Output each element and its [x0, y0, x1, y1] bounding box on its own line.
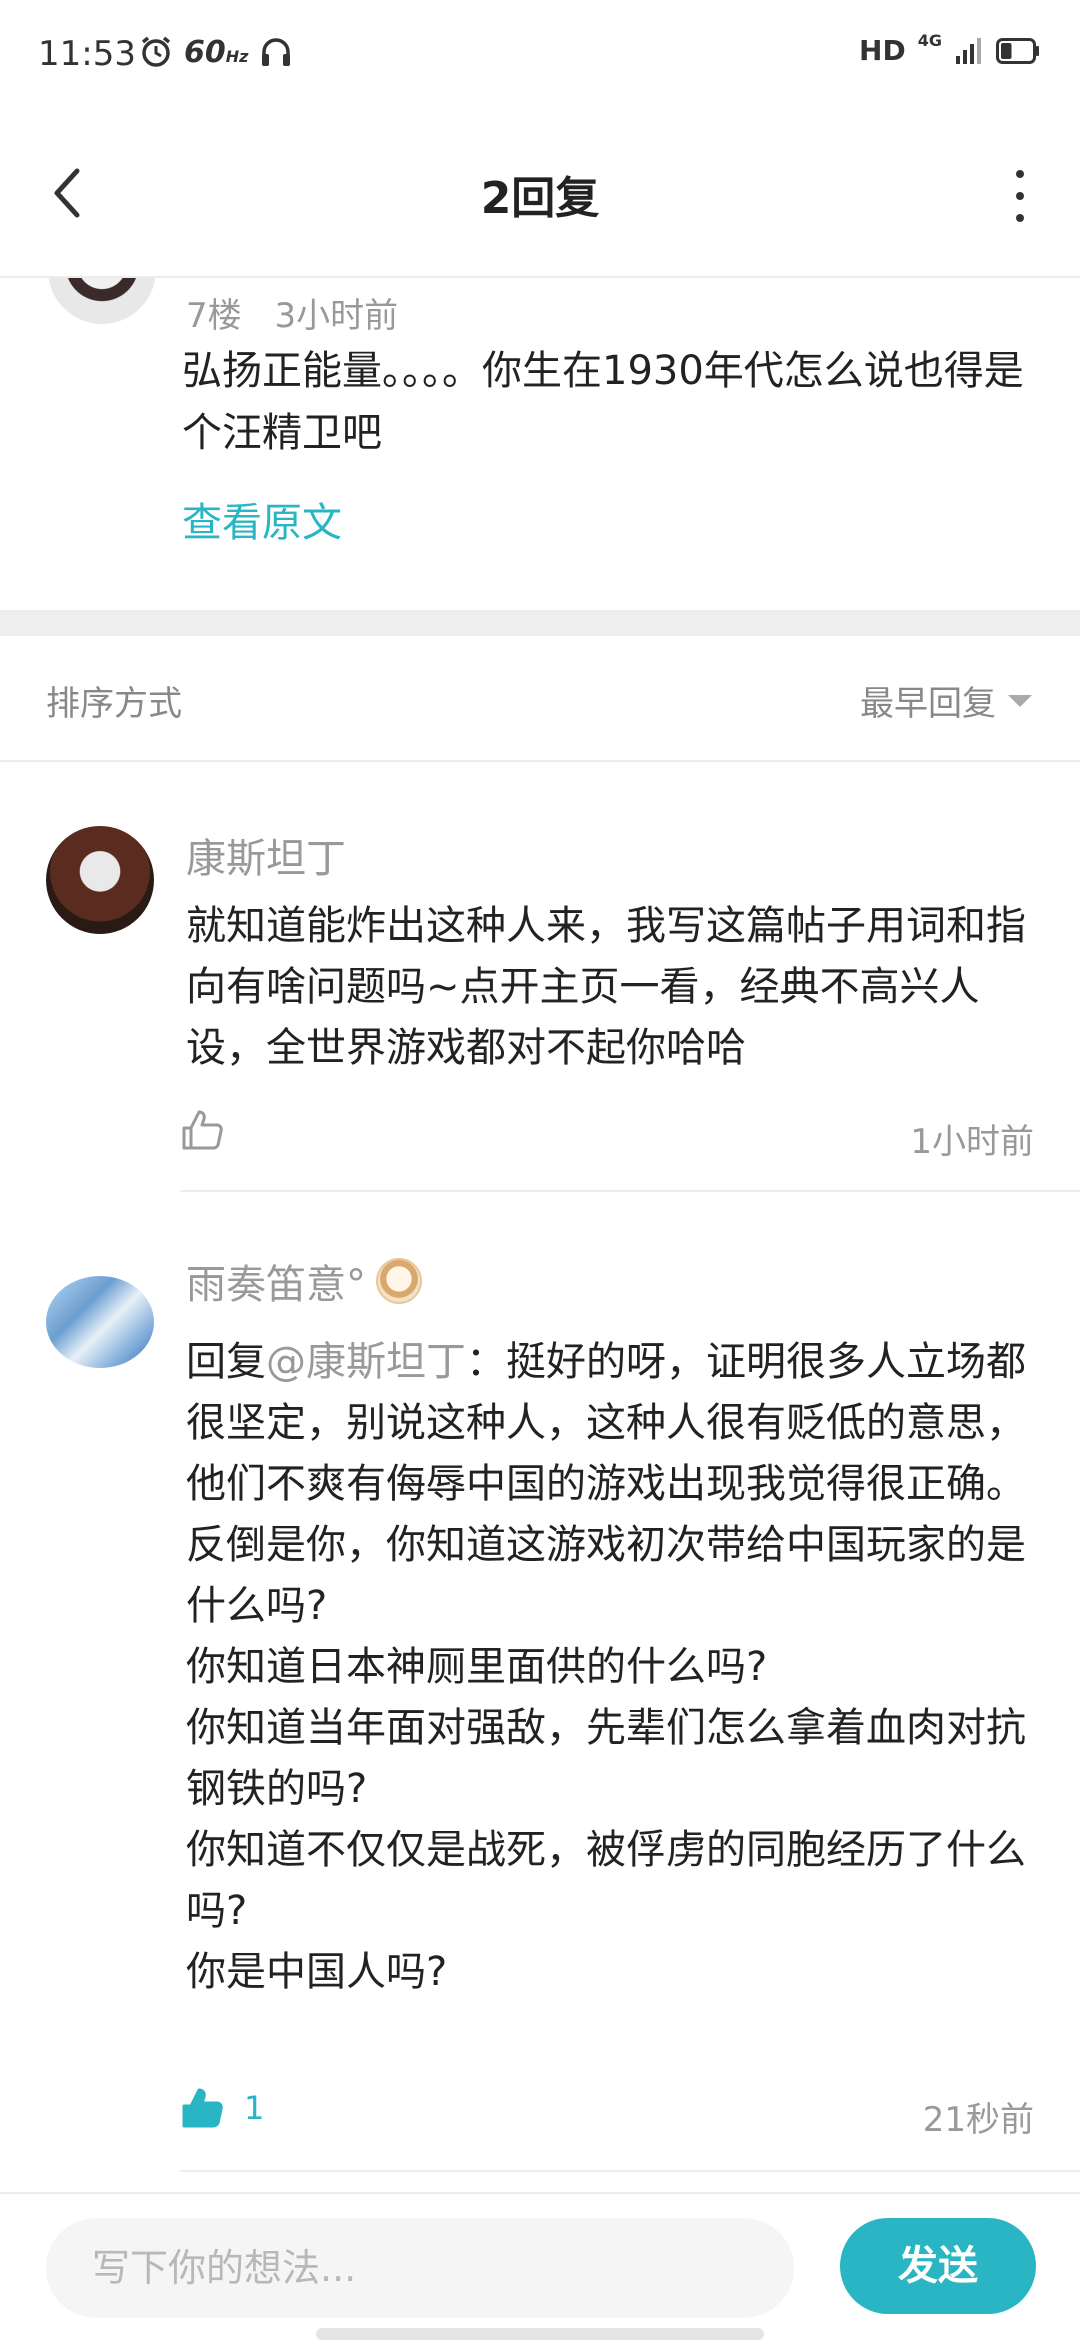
- hd-indicator: HD: [859, 34, 906, 67]
- status-time: 11:53: [38, 34, 136, 74]
- status-right-icons: HD 4G: [859, 31, 1040, 67]
- more-dot-icon: [1016, 192, 1024, 200]
- original-author-avatar[interactable]: [48, 278, 156, 324]
- thumbs-up-icon: [182, 1110, 223, 1150]
- reply-prefix: 回复: [186, 1339, 266, 1385]
- signal-icon: [956, 37, 981, 64]
- comment-item: 雨奏笛意° 回复@康斯坦丁：挺好的呀，证明很多人立场都很坚定，别说这种人，这种人…: [0, 1192, 1080, 2192]
- sort-label: 排序方式: [46, 684, 182, 724]
- comment-text: 回复@康斯坦丁：挺好的呀，证明很多人立场都很坚定，别说这种人，这种人很有贬低的意…: [186, 1332, 1046, 2003]
- mention-link[interactable]: @康斯坦丁: [266, 1339, 466, 1385]
- post-time: 3小时前: [274, 296, 399, 336]
- status-bar: 11:53 60Hz HD 4G: [0, 0, 1080, 110]
- sort-dropdown[interactable]: 最早回复: [860, 676, 1032, 725]
- comment-author-name: 康斯坦丁: [186, 836, 346, 882]
- like-count: 1: [244, 2089, 265, 2127]
- alarm-icon: [141, 36, 171, 67]
- caret-down-icon: [1008, 694, 1032, 707]
- thumbs-up-icon: [182, 2088, 223, 2128]
- user-badge-icon: [376, 1258, 422, 1304]
- more-dot-icon: [1016, 214, 1024, 222]
- comment-item: 康斯坦丁 就知道能炸出这种人来，我写这篇帖子用词和指向有啥问题吗~点开主页一看，…: [0, 762, 1080, 1192]
- avatar[interactable]: [46, 826, 154, 934]
- like-button[interactable]: [180, 1108, 244, 1152]
- comment-divider: [180, 2170, 1080, 2172]
- network-type: 4G: [917, 31, 942, 50]
- section-divider: [0, 610, 1080, 636]
- home-indicator[interactable]: [316, 2328, 764, 2340]
- comment-text: 就知道能炸出这种人来，我写这篇帖子用词和指向有啥问题吗~点开主页一看，经典不高兴…: [186, 903, 1026, 1071]
- sort-row: 排序方式 最早回复: [0, 636, 1080, 762]
- battery-icon: [996, 37, 1039, 64]
- send-button[interactable]: 发送: [840, 2218, 1036, 2314]
- comment-input-bar: 写下你的想法... 发送: [0, 2192, 1080, 2340]
- comment-time: 21秒前: [922, 2100, 1034, 2140]
- status-left-icons: 60Hz: [138, 34, 294, 70]
- like-button[interactable]: 1: [180, 2086, 264, 2130]
- comment-input[interactable]: 写下你的想法...: [46, 2218, 794, 2318]
- original-post-text: 弘扬正能量。。。。你生在1930年代怎么说也得是个汪精卫吧: [182, 348, 1024, 456]
- refresh-rate: 60Hz: [184, 34, 249, 70]
- comment-author[interactable]: 康斯坦丁: [186, 826, 346, 884]
- sort-current: 最早回复: [860, 684, 996, 724]
- avatar[interactable]: [46, 1276, 154, 1368]
- more-dot-icon: [1016, 170, 1024, 178]
- page-title: 2回复: [480, 173, 600, 224]
- original-post: 7楼 3小时前 弘扬正能量。。。。你生在1930年代怎么说也得是个汪精卫吧 查看…: [0, 278, 1080, 610]
- reply-body: ：挺好的呀，证明很多人立场都很坚定，别说这种人，这种人很有贬低的意思，他们不爽有…: [186, 1339, 1026, 1995]
- original-post-meta: 7楼 3小时前: [186, 288, 398, 337]
- view-original-link[interactable]: 查看原文: [182, 490, 342, 548]
- top-app-bar: 2回复: [0, 110, 1080, 278]
- comment-author[interactable]: 雨奏笛意°: [186, 1252, 422, 1310]
- floor-number: 7楼: [186, 296, 242, 336]
- comment-author-name: 雨奏笛意°: [186, 1262, 366, 1308]
- comment-time: 1小时前: [910, 1122, 1034, 1162]
- headphones-icon: [262, 38, 291, 66]
- more-options-button[interactable]: [1000, 166, 1040, 226]
